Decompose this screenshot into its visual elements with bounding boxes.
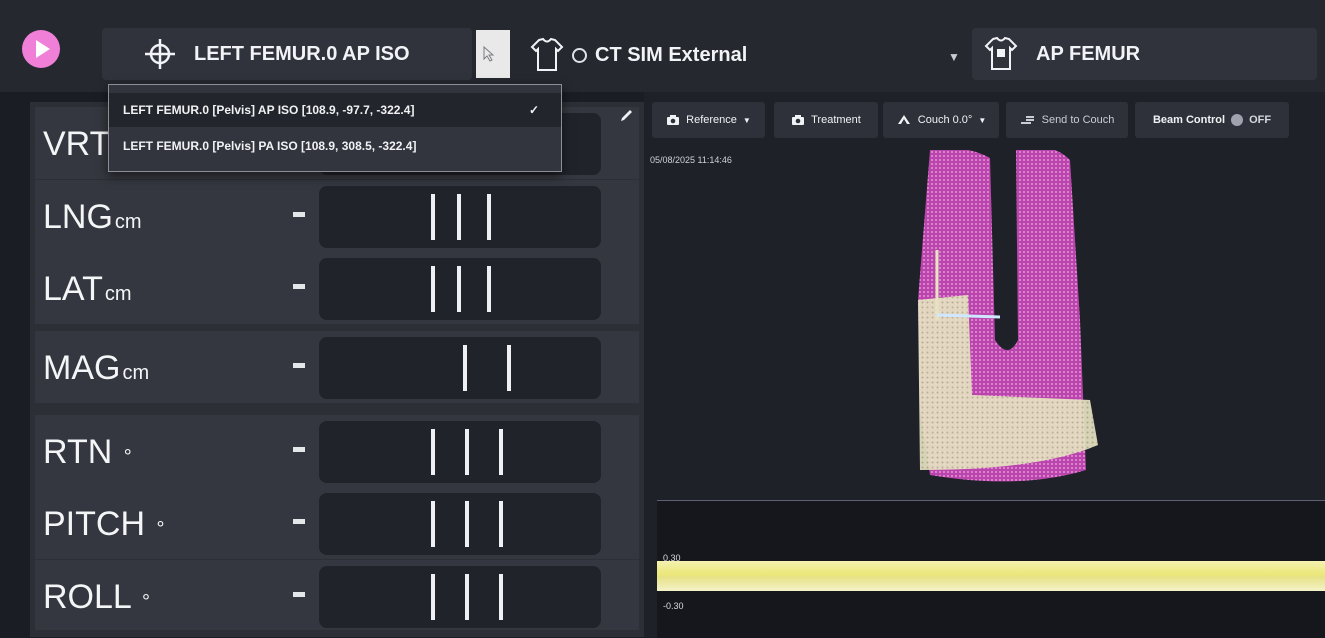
metric-name: RTN ° — [43, 433, 132, 471]
metric-tick — [465, 501, 469, 547]
play-button[interactable] — [22, 30, 60, 68]
femur-surface-model — [918, 150, 1098, 482]
isocenter-label: LEFT FEMUR.0 AP ISO — [194, 42, 410, 65]
checkmark-icon: ✓ — [529, 103, 540, 117]
dropdown-toggle[interactable] — [476, 30, 510, 78]
metric-track — [319, 186, 601, 248]
metric-tick — [463, 345, 467, 391]
metric-tick — [499, 501, 503, 547]
metric-value — [293, 363, 305, 368]
body-outline-icon — [530, 37, 564, 71]
metric-track — [319, 258, 601, 320]
shirt-plan-icon — [984, 36, 1018, 70]
metric-tick — [465, 429, 469, 475]
dropdown-item-ap-iso[interactable]: LEFT FEMUR.0 [Pelvis] AP ISO [108.9, -97… — [109, 93, 561, 127]
metric-row-rtn: RTN ° — [35, 415, 639, 487]
isocenter-dropdown: LEFT FEMUR.0 [Pelvis] AP ISO [108.9, -97… — [108, 84, 562, 172]
radio-indicator — [572, 47, 587, 63]
send-to-couch-button[interactable]: Send to Couch — [1006, 102, 1128, 138]
metric-tick — [457, 194, 461, 240]
surface-viewport[interactable] — [650, 150, 1320, 500]
metric-track — [319, 337, 601, 399]
crosshair-icon — [145, 39, 175, 69]
metric-row-mag: MAG cm — [35, 331, 639, 403]
isocenter-selector[interactable]: LEFT FEMUR.0 AP ISO — [102, 28, 472, 80]
metric-tick — [431, 266, 435, 312]
reference-button[interactable]: Reference ▼ — [652, 102, 765, 138]
graph-lower-limit: -0.30 — [663, 601, 684, 611]
metric-tick — [431, 574, 435, 620]
metric-name: ROLL ° — [43, 578, 151, 616]
couch-angle-icon — [897, 115, 910, 124]
metric-value — [293, 519, 305, 524]
treatment-button[interactable]: Treatment — [774, 102, 878, 138]
metric-track — [319, 493, 601, 555]
metric-tick — [431, 501, 435, 547]
metric-row-roll: ROLL ° — [35, 560, 639, 630]
metric-tick — [465, 574, 469, 620]
metric-tick — [431, 194, 435, 240]
metric-tick — [507, 345, 511, 391]
toggle-knob — [1231, 114, 1244, 126]
chevron-down-icon: ▼ — [948, 50, 960, 64]
dropdown-item-pa-iso[interactable]: LEFT FEMUR.0 [Pelvis] PA ISO [108.9, 308… — [109, 129, 561, 163]
external-structure-label: CT SIM External — [595, 43, 748, 66]
tolerance-band — [657, 561, 1325, 591]
camera-icon — [667, 115, 680, 125]
couch-button[interactable]: Couch 0.0° ▼ — [883, 102, 999, 138]
metric-value — [293, 447, 305, 452]
metric-track — [319, 421, 601, 483]
chevron-down-icon: ▼ — [742, 115, 751, 125]
chevron-down-icon: ▼ — [978, 115, 987, 125]
metric-tick — [457, 266, 461, 312]
metric-value — [293, 592, 305, 597]
metric-name: LNG cm — [43, 198, 142, 236]
metric-track — [319, 566, 601, 628]
metric-row-lng: LNG cm — [35, 180, 639, 252]
metric-tick — [487, 266, 491, 312]
metric-name: PITCH ° — [43, 505, 165, 543]
metric-name: VRT — [43, 125, 111, 163]
metric-tick — [499, 574, 503, 620]
send-icon — [1020, 116, 1034, 124]
metric-value — [293, 284, 305, 289]
capture-timestamp: 05/08/2025 11:14:46 — [650, 155, 732, 165]
beam-control-toggle[interactable]: Beam Control OFF — [1135, 102, 1289, 138]
plan-selector[interactable]: AP FEMUR — [972, 28, 1317, 80]
metric-name: MAG cm — [43, 349, 150, 387]
pencil-icon[interactable] — [618, 108, 634, 124]
motion-graph: 0.30 -0.30 — [657, 500, 1325, 638]
plan-label: AP FEMUR — [1036, 42, 1141, 65]
camera-icon — [792, 115, 805, 125]
metric-tick — [499, 429, 503, 475]
metric-row-lat: LAT cm — [35, 252, 639, 324]
metric-name: LAT cm — [43, 270, 132, 308]
external-structure-selector[interactable]: CT SIM External ▼ — [530, 30, 970, 80]
metric-tick — [431, 429, 435, 475]
cursor-icon — [483, 46, 495, 62]
metric-row-pitch: PITCH ° — [35, 487, 639, 559]
metric-tick — [487, 194, 491, 240]
metric-value — [293, 212, 305, 217]
